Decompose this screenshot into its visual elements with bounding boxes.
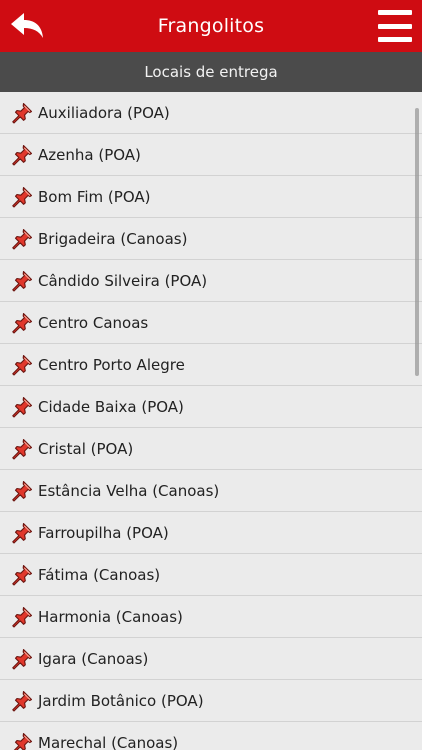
list-item-label: Jardim Botânico (POA) bbox=[38, 691, 204, 710]
hamburger-menu-icon-bar bbox=[378, 23, 412, 29]
pushpin-icon bbox=[12, 396, 33, 418]
list-item-label: Igara (Canoas) bbox=[38, 649, 149, 668]
list-item-label: Farroupilha (POA) bbox=[38, 523, 169, 542]
list-item[interactable]: Farroupilha (POA) bbox=[0, 512, 422, 554]
list-item-label: Azenha (POA) bbox=[38, 145, 141, 164]
top-app-bar: Frangolitos bbox=[0, 0, 422, 52]
list-item[interactable]: Harmonia (Canoas) bbox=[0, 596, 422, 638]
hamburger-menu-icon bbox=[378, 10, 412, 15]
list-item[interactable]: Auxiliadora (POA) bbox=[0, 92, 422, 134]
section-header: Locais de entrega bbox=[0, 52, 422, 92]
pushpin-icon bbox=[12, 312, 33, 334]
list-item[interactable]: Brigadeira (Canoas) bbox=[0, 218, 422, 260]
pushpin-icon bbox=[12, 270, 33, 292]
list-item-label: Harmonia (Canoas) bbox=[38, 607, 183, 626]
scrollbar[interactable] bbox=[415, 108, 419, 376]
list-item[interactable]: Cândido Silveira (POA) bbox=[0, 260, 422, 302]
list-item-label: Brigadeira (Canoas) bbox=[38, 229, 188, 248]
list-item[interactable]: Cristal (POA) bbox=[0, 428, 422, 470]
pushpin-icon bbox=[12, 606, 33, 628]
pushpin-icon bbox=[12, 438, 33, 460]
delivery-locations-list: Auxiliadora (POA) Azenha (POA) Bom Fim (… bbox=[0, 92, 422, 750]
list-item[interactable]: Igara (Canoas) bbox=[0, 638, 422, 680]
list-item[interactable]: Fátima (Canoas) bbox=[0, 554, 422, 596]
list-item[interactable]: Marechal (Canoas) bbox=[0, 722, 422, 750]
menu-button[interactable] bbox=[378, 10, 412, 42]
pushpin-icon bbox=[12, 144, 33, 166]
pushpin-icon bbox=[12, 690, 33, 712]
list-item-label: Centro Porto Alegre bbox=[38, 355, 185, 374]
list-item-label: Marechal (Canoas) bbox=[38, 733, 179, 750]
list-item[interactable]: Azenha (POA) bbox=[0, 134, 422, 176]
list-item-label: Bom Fim (POA) bbox=[38, 187, 151, 206]
list-item[interactable]: Estância Velha (Canoas) bbox=[0, 470, 422, 512]
list-item-label: Estância Velha (Canoas) bbox=[38, 481, 220, 500]
list-item[interactable]: Bom Fim (POA) bbox=[0, 176, 422, 218]
back-arrow-icon bbox=[11, 13, 43, 38]
list-item-label: Auxiliadora (POA) bbox=[38, 103, 170, 122]
list-item-label: Cidade Baixa (POA) bbox=[38, 397, 184, 416]
app-title: Frangolitos bbox=[157, 15, 265, 37]
list-item[interactable]: Jardim Botânico (POA) bbox=[0, 680, 422, 722]
list-item[interactable]: Centro Porto Alegre bbox=[0, 344, 422, 386]
pushpin-icon bbox=[12, 354, 33, 376]
pushpin-icon bbox=[12, 228, 33, 250]
list-item-label: Centro Canoas bbox=[38, 313, 149, 332]
hamburger-menu-icon-bar bbox=[378, 37, 412, 42]
list-item[interactable]: Cidade Baixa (POA) bbox=[0, 386, 422, 428]
pushpin-icon bbox=[12, 186, 33, 208]
list-item-label: Fátima (Canoas) bbox=[38, 565, 161, 584]
list-item-label: Cândido Silveira (POA) bbox=[38, 271, 208, 290]
list-item[interactable]: Centro Canoas bbox=[0, 302, 422, 344]
back-button[interactable] bbox=[8, 8, 46, 44]
pushpin-icon bbox=[12, 564, 33, 586]
pushpin-icon bbox=[12, 522, 33, 544]
pushpin-icon bbox=[12, 648, 33, 670]
pushpin-icon bbox=[12, 480, 33, 502]
pushpin-icon bbox=[13, 732, 33, 750]
pushpin-icon bbox=[12, 102, 33, 124]
list-item-label: Cristal (POA) bbox=[38, 439, 134, 458]
